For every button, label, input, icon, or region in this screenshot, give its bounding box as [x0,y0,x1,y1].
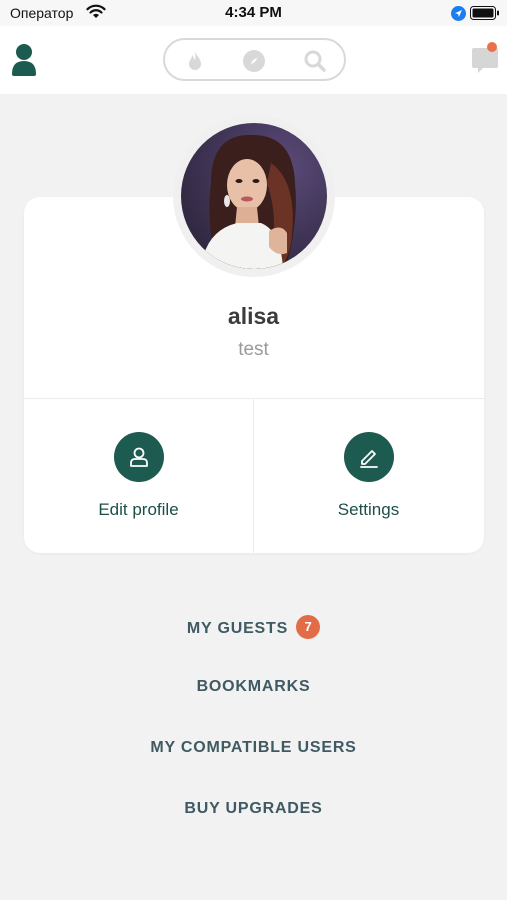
avatar[interactable] [181,123,327,269]
profile-icon[interactable] [10,42,40,76]
discovery-segment-control [163,38,346,81]
search-icon[interactable] [303,49,327,73]
settings-label: Settings [337,500,400,519]
chat-icon[interactable] [470,42,500,76]
location-icon [451,6,466,26]
edit-profile-button[interactable]: Edit profile [24,399,253,553]
clock: 4:34 PM [225,4,282,21]
pencil-icon [344,432,394,482]
profile-name: alisa [227,303,280,329]
edit-profile-label: Edit profile [98,500,179,519]
profile-subtitle: test [238,339,269,360]
status-bar: Оператор 4:34 PM [0,0,507,26]
fire-icon[interactable] [183,49,207,73]
guests-count-badge: 7 [296,615,321,639]
my-compatible-users-link[interactable]: MY COMPATIBLE USERS [0,739,507,757]
bookmarks-link[interactable]: BOOKMARKS [0,678,507,696]
settings-button[interactable]: Settings [254,399,483,553]
user-icon [114,432,164,482]
my-guests-label: MY GUESTS [186,620,289,638]
notification-dot [487,42,497,52]
my-guests-link[interactable]: MY GUESTS 7 [0,615,507,641]
top-navigation [0,26,507,94]
compass-icon[interactable] [242,49,266,73]
buy-upgrades-link[interactable]: BUY UPGRADES [0,800,507,818]
battery-icon [470,6,500,25]
